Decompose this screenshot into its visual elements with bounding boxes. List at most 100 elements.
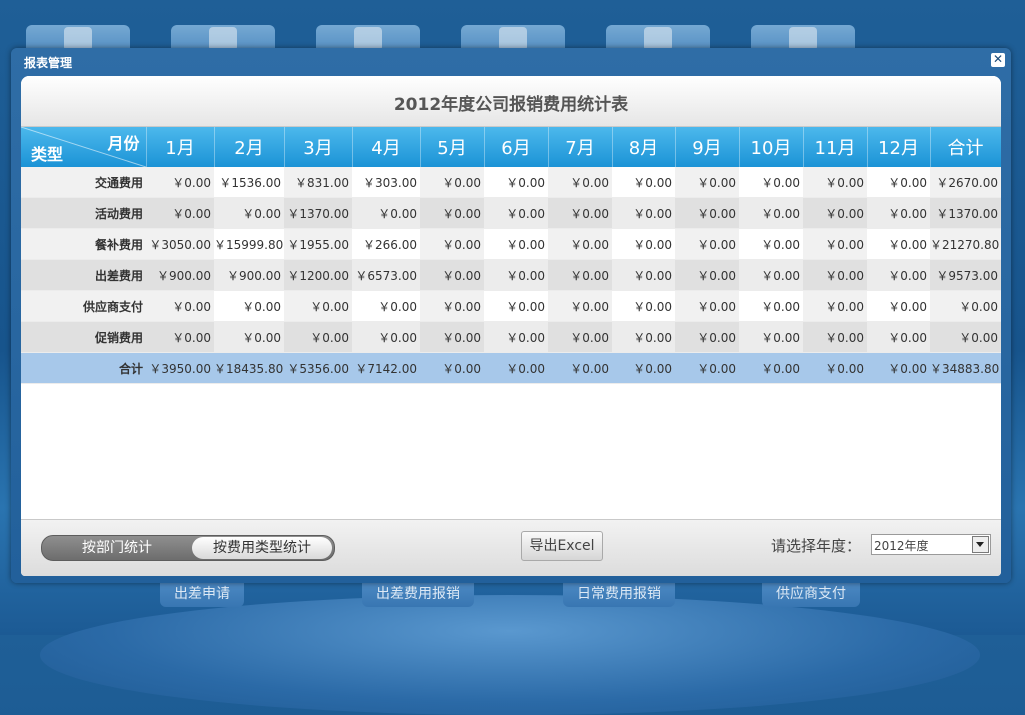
table-cell: ￥0.00 [484, 228, 548, 260]
column-header: 12月 [867, 127, 931, 167]
table-cell: ￥15999.80 [214, 228, 284, 260]
chevron-down-icon[interactable] [972, 536, 989, 553]
header-corner: 月份 类型 [21, 127, 147, 167]
table-cell: ￥0.00 [484, 352, 548, 384]
table-cell: ￥0.00 [739, 290, 803, 322]
table-row: 餐补费用 ￥3050.00 ￥15999.80 ￥1955.00 ￥266.00 ￥0.0… [21, 228, 1001, 260]
table-cell: ￥0.00 [484, 321, 548, 353]
report-panel: 2012年度公司报销费用统计表 月份 类型 1月 2月 3月 4月 5月 6月 … [21, 76, 1001, 576]
table-cell: ￥0.00 [803, 197, 867, 229]
year-select-label: 请选择年度： [771, 537, 862, 555]
table-cell: ￥21270.80 [930, 228, 1001, 260]
table-cell: ￥0.00 [612, 259, 675, 291]
table-cell: ￥0.00 [803, 228, 867, 260]
column-header: 2月 [214, 127, 285, 167]
corner-month-label: 月份 [107, 134, 140, 153]
table-cell: ￥0.00 [548, 321, 612, 353]
report-management-dialog: 报表管理 ✕ 2012年度公司报销费用统计表 月份 类型 1月 2月 3月 4月… [11, 48, 1011, 583]
table-cell: ￥0.00 [548, 167, 612, 198]
table-cell: ￥0.00 [739, 228, 803, 260]
export-excel-button[interactable]: 导出Excel [521, 531, 603, 561]
table-cell: ￥0.00 [420, 167, 484, 198]
column-header: 合计 [930, 127, 1001, 167]
table-cell: ￥900.00 [214, 259, 284, 291]
table-row: 供应商支付 ￥0.00 ￥0.00 ￥0.00 ￥0.00 ￥0.00 ￥0.00 ￥0.00… [21, 290, 1001, 322]
desktop-bottom-button: 日常费用报销 [563, 581, 675, 607]
dialog-title: 报表管理 [24, 56, 73, 70]
table-row: 促销费用 ￥0.00 ￥0.00 ￥0.00 ￥0.00 ￥0.00 ￥0.00 ￥0.00 ￥… [21, 321, 1001, 353]
year-select[interactable]: 2012年度 [871, 534, 991, 555]
desktop-bottom-button: 供应商支付 [762, 581, 860, 607]
table-cell: ￥0.00 [420, 352, 484, 384]
table-cell: ￥0.00 [484, 197, 548, 229]
table-cell: ￥303.00 [352, 167, 420, 198]
table-cell: ￥0.00 [484, 259, 548, 291]
table-cell: ￥1370.00 [284, 197, 352, 229]
by-expense-type-option[interactable]: 按费用类型统计 [192, 537, 332, 559]
table-cell: ￥0.00 [548, 290, 612, 322]
table-cell: ￥0.00 [612, 321, 675, 353]
stat-mode-toggle[interactable]: 按部门统计 按费用类型统计 [41, 535, 335, 561]
expense-table: 月份 类型 1月 2月 3月 4月 5月 6月 7月 8月 9月 10月 11月 12月 合计 交通费用… [21, 127, 1001, 384]
table-cell: ￥0.00 [739, 197, 803, 229]
table-cell: ￥0.00 [739, 352, 803, 384]
table-cell: ￥0.00 [675, 290, 739, 322]
table-cell: ￥900.00 [146, 259, 214, 291]
desktop-bottom-button: 出差申请 [160, 581, 244, 607]
desktop-bottom-bar: 出差申请 出差费用报销 日常费用报销 供应商支付 [0, 575, 1025, 715]
row-label: 交通费用 [21, 167, 146, 198]
desktop-arc [40, 595, 980, 715]
close-icon[interactable]: ✕ [991, 53, 1005, 67]
table-cell: ￥0.00 [739, 259, 803, 291]
table-cell: ￥0.00 [867, 290, 930, 322]
report-header: 2012年度公司报销费用统计表 [21, 76, 1001, 127]
table-cell: ￥6573.00 [352, 259, 420, 291]
report-footer: 按部门统计 按费用类型统计 导出Excel 请选择年度： 2012年度 [21, 519, 1001, 576]
table-cell: ￥0.00 [867, 228, 930, 260]
by-department-option[interactable]: 按部门统计 [42, 536, 192, 560]
table-cell: ￥0.00 [284, 321, 352, 353]
table-cell: ￥0.00 [146, 290, 214, 322]
table-cell: ￥0.00 [284, 290, 352, 322]
desktop-bottom-button: 出差费用报销 [362, 581, 474, 607]
table-cell: ￥0.00 [675, 197, 739, 229]
total-row: 合计 ￥3950.00 ￥18435.80 ￥5356.00 ￥7142.00 ￥0.00… [21, 352, 1001, 384]
table-cell: ￥1955.00 [284, 228, 352, 260]
table-cell: ￥0.00 [612, 167, 675, 198]
row-label: 供应商支付 [21, 290, 146, 322]
table-cell: ￥0.00 [867, 197, 930, 229]
column-header: 5月 [420, 127, 485, 167]
table-cell: ￥1200.00 [284, 259, 352, 291]
year-select-value: 2012年度 [874, 539, 929, 553]
table-header-row: 月份 类型 1月 2月 3月 4月 5月 6月 7月 8月 9月 10月 11月 12月 合计 [21, 127, 1001, 167]
table-cell: ￥0.00 [484, 290, 548, 322]
table-row: 交通费用 ￥0.00 ￥1536.00 ￥831.00 ￥303.00 ￥0.00 ￥0.0… [21, 167, 1001, 198]
row-label: 合计 [21, 352, 146, 384]
table-cell: ￥0.00 [548, 228, 612, 260]
table-cell: ￥3050.00 [146, 228, 214, 260]
table-cell: ￥0.00 [675, 321, 739, 353]
table-cell: ￥0.00 [548, 352, 612, 384]
table-cell: ￥5356.00 [284, 352, 352, 384]
table-cell: ￥831.00 [284, 167, 352, 198]
table-cell: ￥0.00 [867, 259, 930, 291]
table-cell: ￥9573.00 [930, 259, 1001, 291]
table-cell: ￥0.00 [352, 290, 420, 322]
table-row: 活动费用 ￥0.00 ￥0.00 ￥1370.00 ￥0.00 ￥0.00 ￥0.00 ￥0.… [21, 197, 1001, 229]
table-cell: ￥0.00 [739, 321, 803, 353]
table-cell: ￥34883.80 [930, 352, 1001, 384]
table-cell: ￥0.00 [612, 290, 675, 322]
table-cell: ￥0.00 [146, 321, 214, 353]
table-cell: ￥0.00 [930, 321, 1001, 353]
row-label: 出差费用 [21, 259, 146, 291]
table-cell: ￥1536.00 [214, 167, 284, 198]
column-header: 10月 [739, 127, 804, 167]
table-cell: ￥0.00 [420, 228, 484, 260]
table-cell: ￥0.00 [675, 167, 739, 198]
column-header: 9月 [675, 127, 740, 167]
row-label: 促销费用 [21, 321, 146, 353]
table-cell: ￥0.00 [612, 228, 675, 260]
table-cell: ￥0.00 [867, 352, 930, 384]
table-cell: ￥0.00 [214, 197, 284, 229]
table-cell: ￥18435.80 [214, 352, 284, 384]
